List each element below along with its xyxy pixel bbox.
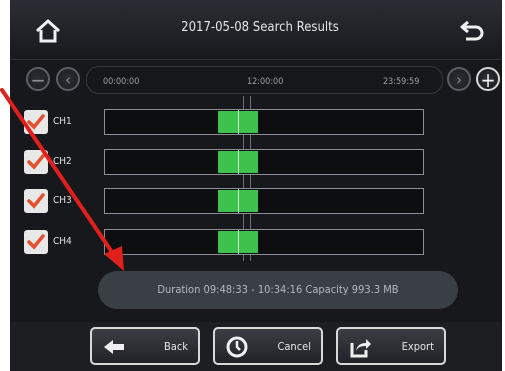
annotation-arrow <box>0 88 124 271</box>
